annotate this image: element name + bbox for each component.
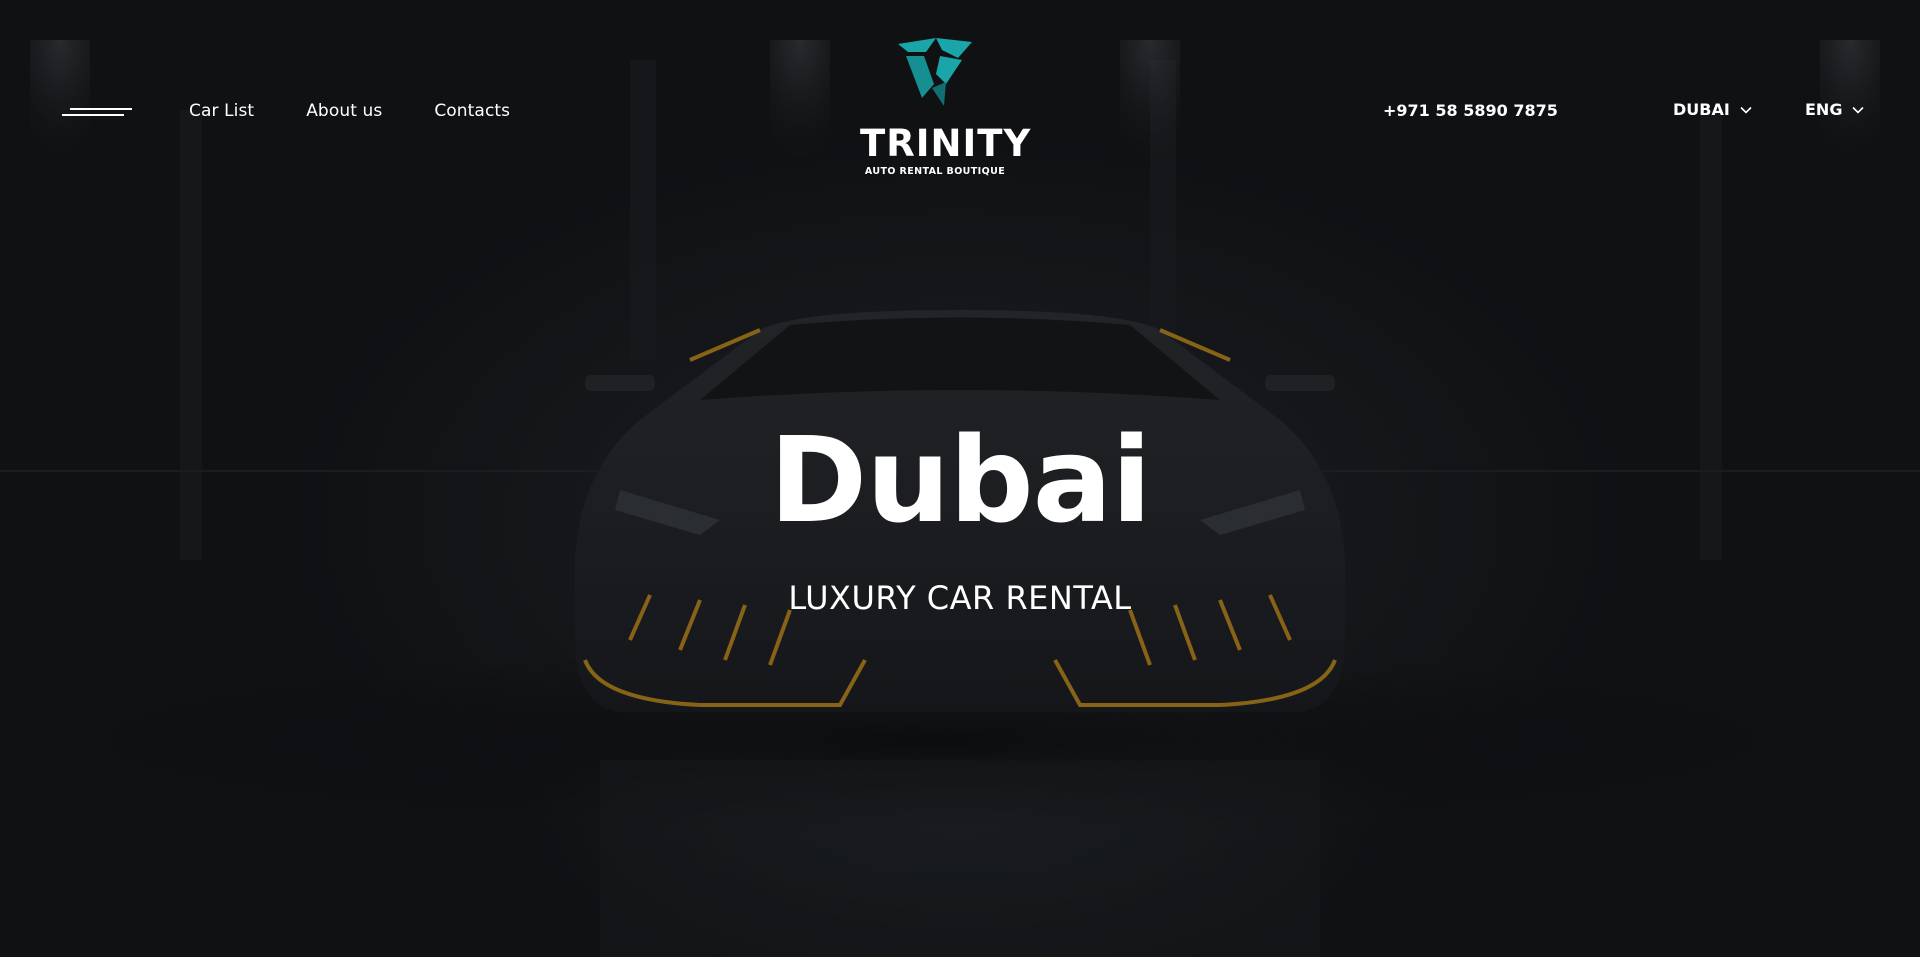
chevron-down-icon <box>1852 106 1865 114</box>
hero-section: Car List About us Contacts TRINITY AUTO … <box>0 0 1920 957</box>
nav-link-car-list[interactable]: Car List <box>189 99 254 123</box>
trinity-logo-icon <box>898 38 972 106</box>
menu-button[interactable] <box>62 103 132 121</box>
logo-tagline: AUTO RENTAL BOUTIQUE <box>864 166 1006 177</box>
city-select-value: DUBAI <box>1673 100 1730 119</box>
language-select[interactable]: ENG <box>1805 99 1865 121</box>
nav-link-about-us[interactable]: About us <box>306 99 382 123</box>
language-select-value: ENG <box>1805 100 1843 119</box>
hero-title: Dubai <box>769 411 1152 549</box>
chevron-down-icon <box>1740 106 1752 114</box>
city-select[interactable]: DUBAI <box>1673 99 1752 121</box>
main-nav: Car List About us Contacts <box>189 99 562 123</box>
nav-link-contacts[interactable]: Contacts <box>434 99 510 123</box>
hero-subtitle: LUXURY CAR RENTAL <box>788 579 1132 617</box>
menu-line <box>70 108 132 110</box>
logo-wordmark: TRINITY <box>860 122 1032 165</box>
brand-logo[interactable]: TRINITY AUTO RENTAL BOUTIQUE <box>860 38 1032 183</box>
menu-line <box>62 114 124 116</box>
phone-link[interactable]: +971 58 5890 7875 <box>1383 100 1558 122</box>
